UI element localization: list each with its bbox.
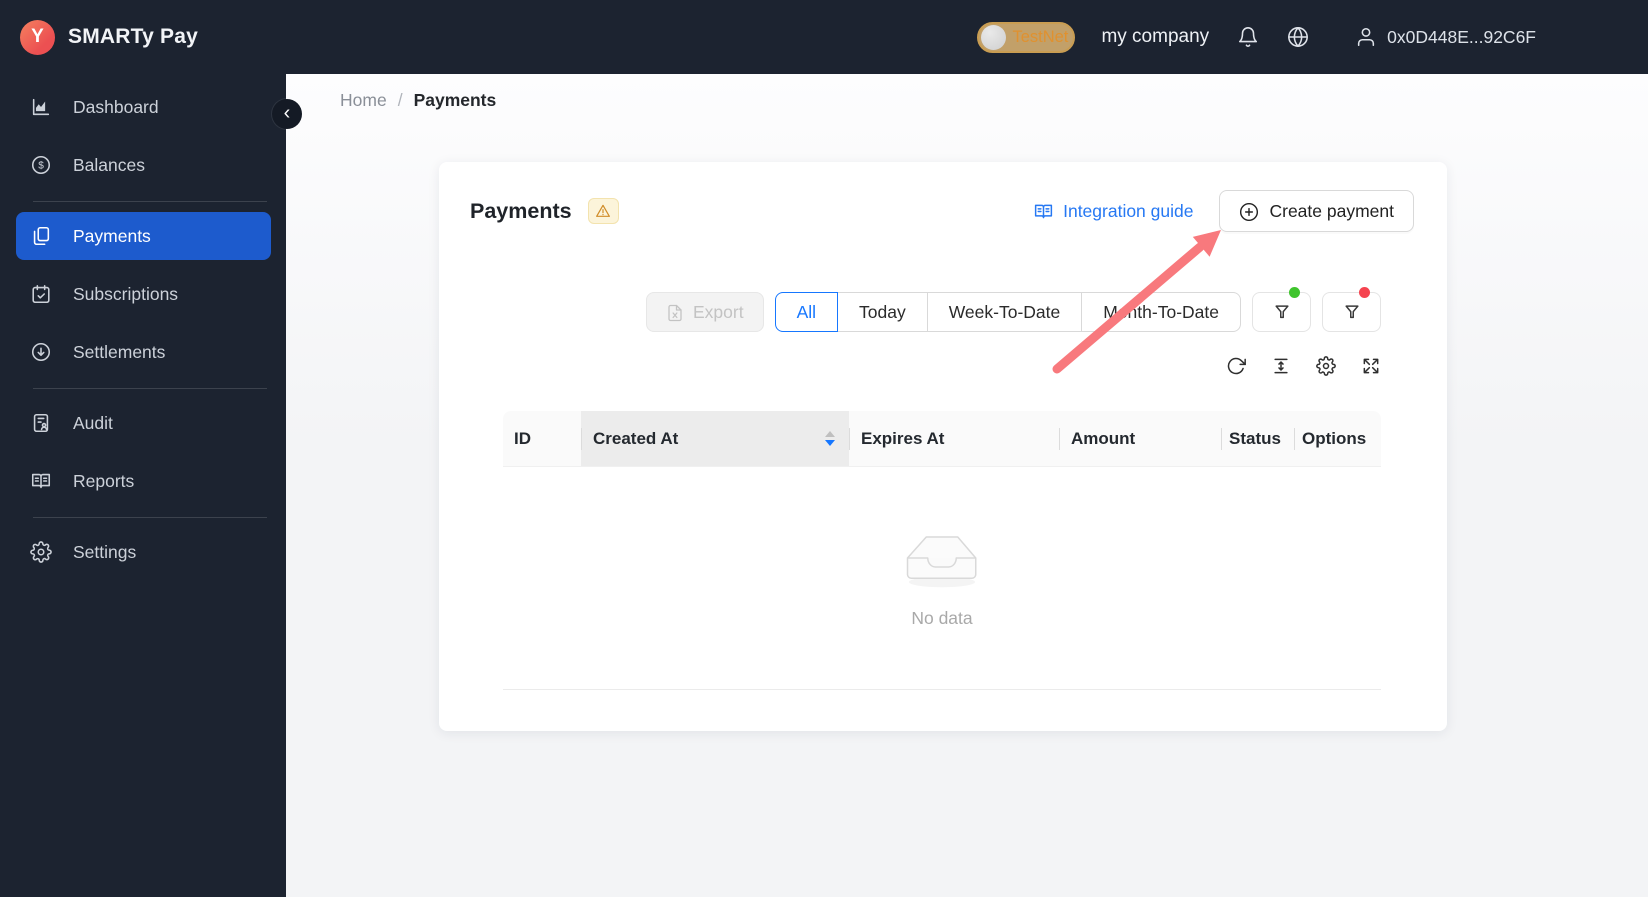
sidebar-item-label: Reports <box>73 470 135 491</box>
create-payment-button[interactable]: Create payment <box>1219 190 1414 232</box>
toggle-knob <box>981 24 1007 50</box>
top-header: Y SMARTy Pay TestNet my company 0x0D448E… <box>0 0 1648 74</box>
column-header-id: ID <box>503 411 581 466</box>
sidebar-item-label: Settlements <box>73 341 166 362</box>
sidebar-item-label: Balances <box>73 154 145 175</box>
breadcrumb: Home / Payments <box>340 90 496 111</box>
user-icon <box>1355 26 1377 48</box>
table-toolbar <box>439 356 1381 376</box>
globe-icon[interactable] <box>1287 26 1309 48</box>
breadcrumb-current: Payments <box>413 90 497 110</box>
column-header-expires-at: Expires At <box>849 411 1059 466</box>
green-status-dot <box>1289 287 1300 298</box>
bell-icon[interactable] <box>1237 26 1259 48</box>
empty-state: No data <box>503 467 1381 690</box>
range-month-to-date[interactable]: Month-To-Date <box>1081 292 1241 332</box>
sidebar-item-label: Audit <box>73 412 113 433</box>
svg-text:$: $ <box>38 161 44 172</box>
sidebar-item-payments[interactable]: Payments <box>16 212 271 260</box>
sidebar-item-label: Subscriptions <box>73 283 179 304</box>
column-header-options: Options <box>1294 411 1381 466</box>
warning-triangle-icon <box>595 202 611 220</box>
dollar-circle-icon: $ <box>30 154 52 176</box>
chart-icon <box>30 96 52 118</box>
create-payment-label: Create payment <box>1269 200 1394 221</box>
sort-ascending-caret <box>825 431 835 437</box>
wallet-account[interactable]: 0x0D448E...92C6F <box>1355 26 1536 48</box>
integration-guide-link[interactable]: Integration guide <box>1033 200 1193 222</box>
range-week-to-date[interactable]: Week-To-Date <box>926 292 1083 332</box>
fullscreen-icon[interactable] <box>1361 356 1381 376</box>
sidebar-item-label: Dashboard <box>73 96 159 117</box>
settings-gear-icon[interactable] <box>1316 356 1336 376</box>
refresh-icon[interactable] <box>1226 356 1246 376</box>
row-density-icon[interactable] <box>1271 356 1291 376</box>
breadcrumb-home[interactable]: Home <box>340 90 387 111</box>
filter-button-active[interactable] <box>1252 287 1311 332</box>
column-header-amount: Amount <box>1059 411 1221 466</box>
sidebar-divider <box>33 517 267 518</box>
payments-table: ID Created At Expires At Amount Status O… <box>503 411 1381 690</box>
calendar-check-icon <box>30 283 52 305</box>
sidebar-item-subscriptions[interactable]: Subscriptions <box>0 270 286 318</box>
sidebar-item-dashboard[interactable]: Dashboard <box>0 83 286 131</box>
sidebar-item-reports[interactable]: Reports <box>0 457 286 505</box>
app-logo: Y <box>20 19 55 55</box>
sidebar-item-balances[interactable]: $ Balances <box>0 141 286 189</box>
network-toggle[interactable]: TestNet <box>977 21 1076 53</box>
open-book-icon <box>30 470 52 492</box>
funnel-icon <box>1342 302 1362 322</box>
download-circle-icon <box>30 341 52 363</box>
app-title: SMARTy Pay <box>68 25 198 48</box>
excel-file-icon <box>666 302 684 323</box>
sidebar: Dashboard $ Balances Payments Subscripti… <box>0 74 286 897</box>
breadcrumb-separator: / <box>397 90 403 110</box>
empty-inbox-icon <box>894 527 990 594</box>
sidebar-divider <box>33 201 267 202</box>
sidebar-collapse-button[interactable]: ‹ <box>272 99 302 129</box>
export-label: Export <box>692 301 744 322</box>
book-icon <box>1033 200 1054 222</box>
sort-descending-caret <box>825 440 835 446</box>
sort-carets-icon <box>825 431 835 446</box>
pages-icon <box>30 225 52 247</box>
sidebar-item-label: Settings <box>73 541 137 562</box>
warning-badge[interactable] <box>587 198 619 224</box>
sidebar-item-settlements[interactable]: Settlements <box>0 328 286 376</box>
wallet-address: 0x0D448E...92C6F <box>1387 26 1536 47</box>
date-range-segmented: All Today Week-To-Date Month-To-Date <box>774 292 1241 332</box>
sidebar-item-settings[interactable]: Settings <box>0 528 286 576</box>
sidebar-item-label: Payments <box>73 225 151 246</box>
payments-card: Payments Integration guide Create paymen… <box>439 162 1447 731</box>
company-name[interactable]: my company <box>1101 26 1209 48</box>
plus-circle-icon <box>1239 200 1259 221</box>
filter-button-clear[interactable] <box>1322 287 1381 332</box>
red-status-dot <box>1359 287 1370 298</box>
table-header-row: ID Created At Expires At Amount Status O… <box>503 411 1381 467</box>
integration-guide-label: Integration guide <box>1063 200 1194 221</box>
range-today[interactable]: Today <box>837 292 928 332</box>
empty-state-text: No data <box>911 608 973 628</box>
sidebar-item-audit[interactable]: Audit <box>0 399 286 447</box>
column-header-status: Status <box>1221 411 1294 466</box>
network-label: TestNet <box>1012 27 1069 46</box>
app-brand[interactable]: Y SMARTy Pay <box>20 19 198 55</box>
export-button[interactable]: Export <box>645 292 764 332</box>
sidebar-divider <box>33 388 267 389</box>
audit-document-icon <box>30 412 52 434</box>
funnel-icon <box>1272 302 1292 322</box>
gear-icon <box>30 541 52 564</box>
range-all[interactable]: All <box>774 292 839 332</box>
page-title: Payments <box>470 198 572 223</box>
column-header-created-at[interactable]: Created At <box>581 411 849 466</box>
